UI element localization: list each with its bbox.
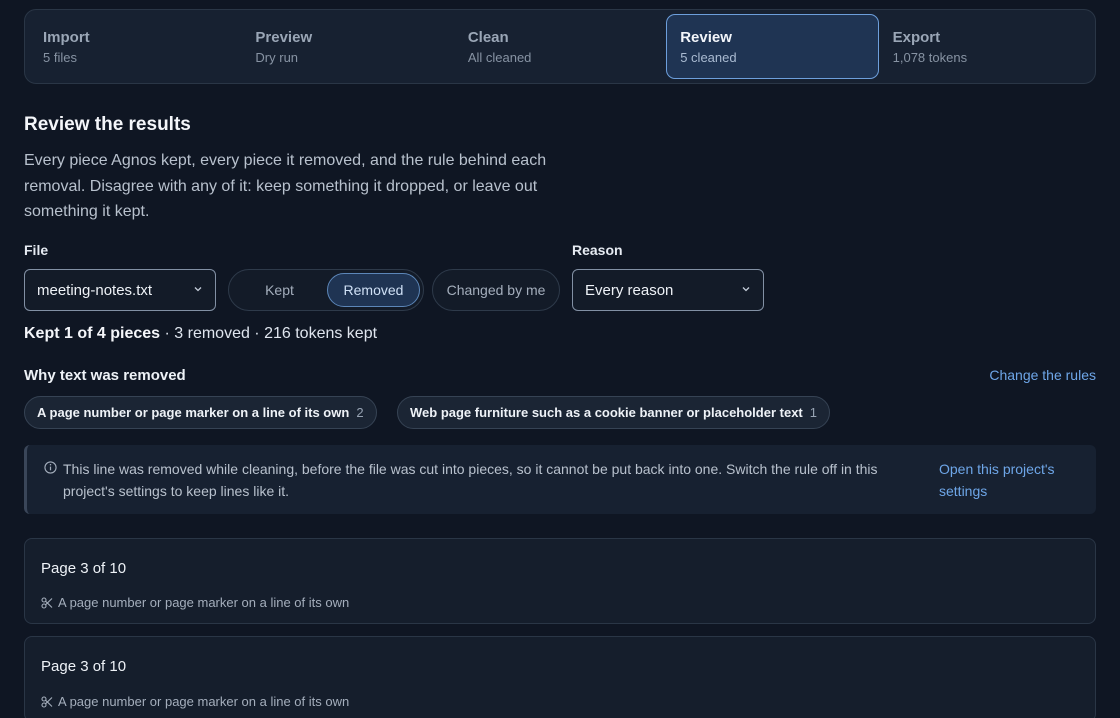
page-title: Review the results: [24, 114, 191, 135]
reason-chip-web-furniture[interactable]: Web page furniture such as a cookie bann…: [397, 396, 830, 429]
scissors-icon: [41, 596, 53, 609]
summary-kept-count: Kept 1 of 4 pieces: [24, 325, 161, 342]
step-review[interactable]: Review 5 cleaned: [666, 14, 879, 79]
file-label: File: [24, 242, 49, 258]
reason-chip-page-marker[interactable]: A page number or page marker on a line o…: [24, 396, 377, 429]
info-icon: [44, 461, 57, 474]
step-preview[interactable]: Preview Dry run: [241, 14, 453, 79]
removed-toggle-button[interactable]: Removed: [326, 273, 420, 307]
piece-text: Page 3 of 10: [41, 560, 127, 577]
step-title: Import: [43, 28, 90, 46]
removal-notice: This line was removed while cleaning, be…: [24, 445, 1096, 514]
changed-by-me-button[interactable]: Changed by me: [432, 269, 560, 311]
project-settings-link[interactable]: Open this project's settings: [939, 458, 1089, 502]
reason-select-value: Every reason: [585, 281, 674, 299]
page-description: Every piece Agnos kept, every piece it r…: [24, 152, 547, 220]
step-subtitle: 5 cleaned: [680, 49, 737, 65]
piece-rule-text: A page number or page marker on a line o…: [58, 595, 350, 610]
notice-text: This line was removed while cleaning, be…: [63, 461, 878, 499]
reason-select[interactable]: Every reason: [572, 269, 764, 311]
piece-rule-text: A page number or page marker on a line o…: [58, 694, 350, 709]
file-select-value: meeting-notes.txt: [37, 281, 153, 299]
change-rules-link[interactable]: Change the rules: [989, 367, 1096, 383]
chip-label: Web page furniture such as a cookie bann…: [410, 405, 803, 420]
step-subtitle: 5 files: [43, 49, 77, 65]
chip-count: 2: [356, 405, 364, 420]
reason-label: Reason: [572, 242, 623, 258]
step-clean[interactable]: Clean All cleaned: [454, 14, 666, 79]
piece-text: Page 3 of 10: [41, 658, 127, 675]
step-export[interactable]: Export 1,078 tokens: [879, 14, 1091, 79]
step-title: Review: [680, 28, 732, 46]
file-select[interactable]: meeting-notes.txt: [24, 269, 216, 311]
step-title: Preview: [255, 28, 313, 46]
step-title: Clean: [467, 28, 509, 46]
chip-count: 1: [809, 405, 817, 420]
step-import[interactable]: Import 5 files: [29, 14, 241, 79]
step-title: Export: [892, 28, 941, 46]
step-subtitle: All cleaned: [467, 49, 532, 65]
chevron-down-icon: [742, 287, 750, 292]
kept-toggle-button[interactable]: Kept: [232, 273, 327, 307]
removed-piece-card[interactable]: Page 3 of 10 A page number or page marke…: [24, 538, 1096, 624]
workflow-stepper: Import 5 files Preview Dry run Clean All…: [24, 9, 1096, 84]
piece-rule: A page number or page marker on a line o…: [41, 595, 349, 610]
step-subtitle: 1,078 tokens: [892, 49, 968, 65]
removal-reasons-heading: Why text was removed: [24, 367, 186, 384]
chevron-down-icon: [194, 287, 202, 292]
piece-rule: A page number or page marker on a line o…: [41, 694, 349, 709]
results-summary: Kept 1 of 4 pieces · 3 removed · 216 tok…: [24, 325, 377, 343]
kept-removed-toggle: Kept Removed: [228, 269, 424, 311]
summary-details: · 3 removed · 216 tokens kept: [160, 325, 378, 342]
chip-label: A page number or page marker on a line o…: [37, 405, 350, 420]
scissors-icon: [41, 695, 53, 708]
removed-piece-card[interactable]: Page 3 of 10 A page number or page marke…: [24, 636, 1096, 718]
step-subtitle: Dry run: [255, 49, 299, 65]
